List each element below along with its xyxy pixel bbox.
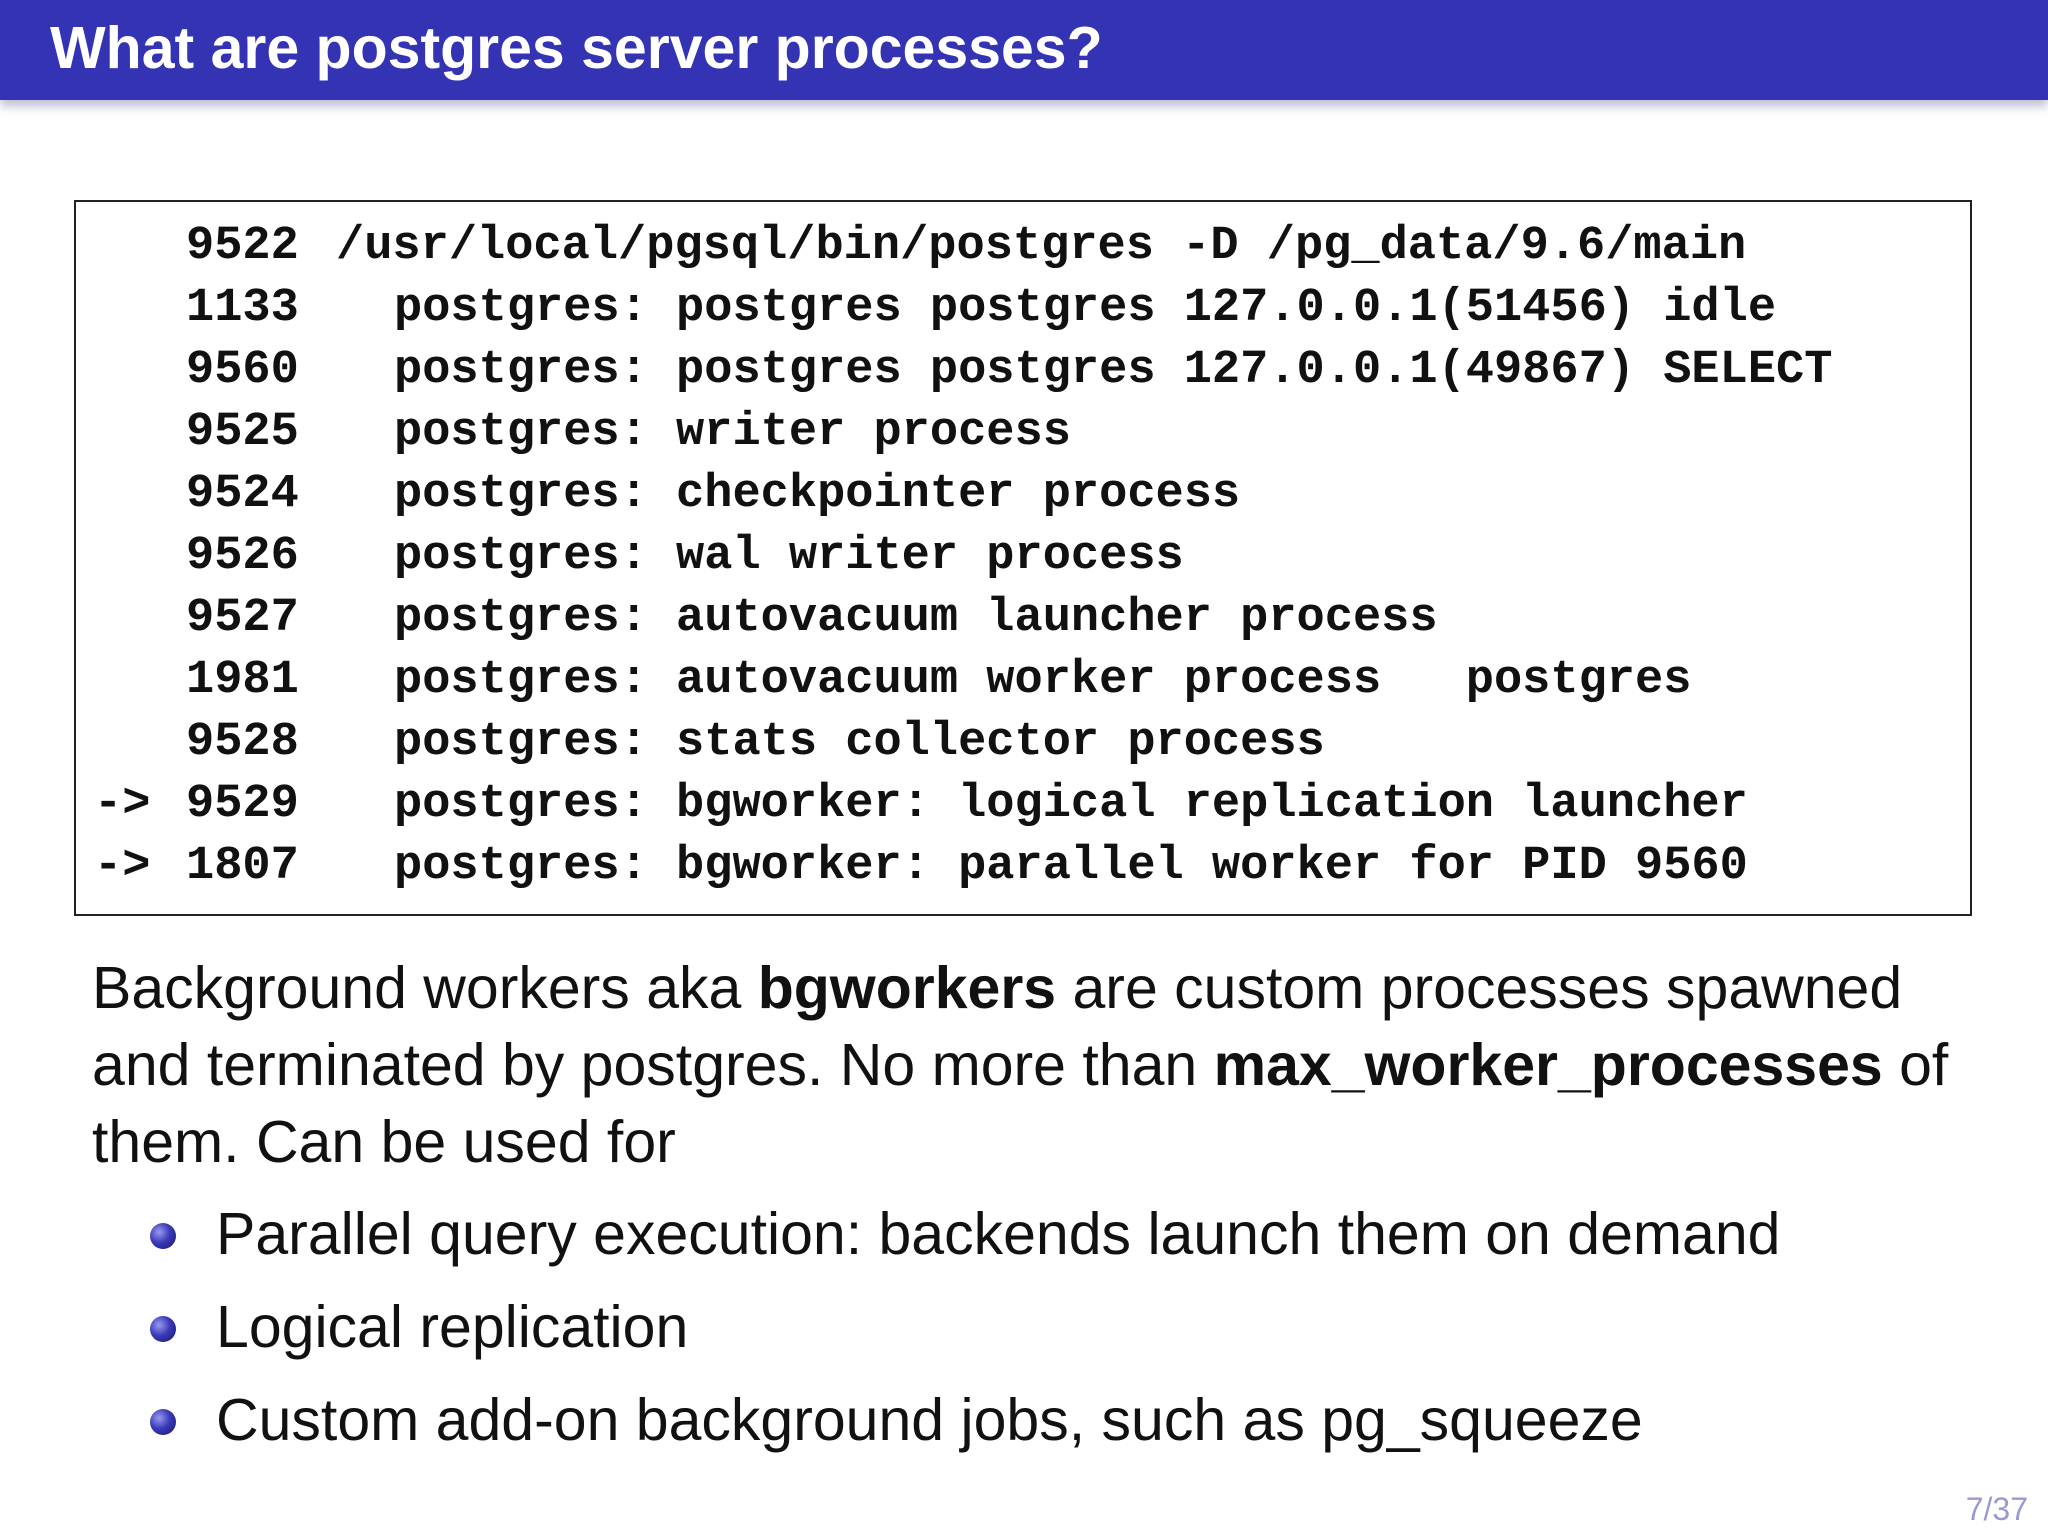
process-command: postgres: autovacuum launcher process xyxy=(394,592,1438,645)
process-row: -> 1807 postgres: bgworker: parallel wor… xyxy=(76,840,1748,902)
page-number: 7/37 xyxy=(1965,1491,2028,1527)
process-pid: 9527 xyxy=(186,592,299,645)
process-row: 9527 postgres: autovacuum launcher proce… xyxy=(76,592,1438,654)
process-pid: 9526 xyxy=(186,530,299,583)
max-worker-processes-term: max_worker_processes xyxy=(1213,1032,1883,1098)
process-pid: 9525 xyxy=(186,406,299,459)
process-pid: 9522 xyxy=(186,220,299,273)
process-pid: 9529 xyxy=(186,778,299,831)
process-row: 9528 postgres: stats collector process xyxy=(76,716,1325,778)
bullet-text: Logical replication xyxy=(216,1294,689,1360)
process-pid: 9560 xyxy=(186,344,299,397)
process-row: 9560 postgres: postgres postgres 127.0.0… xyxy=(76,344,1832,406)
process-listing: 9522 /usr/local/pgsql/bin/postgres -D /p… xyxy=(74,200,1972,916)
process-command: postgres: bgworker: logical replication … xyxy=(394,778,1748,831)
bullet-text: Parallel query execution: backends launc… xyxy=(216,1201,1781,1267)
process-row: 9525 postgres: writer process xyxy=(76,406,1071,468)
process-row: -> 9529 postgres: bgworker: logical repl… xyxy=(76,778,1748,840)
process-pid: 9528 xyxy=(186,716,299,769)
bullet-list: Parallel query execution: backends launc… xyxy=(150,1196,1780,1475)
process-command: postgres: autovacuum worker process post… xyxy=(394,654,1692,707)
row-marker: -> xyxy=(94,840,151,893)
process-pid: 1807 xyxy=(186,840,299,893)
process-command: postgres: postgres postgres 127.0.0.1(51… xyxy=(394,282,1777,335)
process-row: 9526 postgres: wal writer process xyxy=(76,530,1184,592)
process-row: 9522 /usr/local/pgsql/bin/postgres -D /p… xyxy=(76,220,1746,282)
description-paragraph: Background workers aka bgworkers are cus… xyxy=(92,950,1972,1181)
process-pid: 9524 xyxy=(186,468,299,521)
process-row: 1133 postgres: postgres postgres 127.0.0… xyxy=(76,282,1776,344)
bgworkers-term: bgworkers xyxy=(757,955,1057,1021)
process-pid: 1133 xyxy=(186,282,299,335)
process-command: postgres: stats collector process xyxy=(394,716,1325,769)
bullet-item: Logical replication xyxy=(150,1289,1780,1382)
bullet-icon xyxy=(150,1316,176,1342)
title-bar: What are postgres server processes? xyxy=(0,0,2048,100)
row-marker: -> xyxy=(94,778,151,831)
process-command: postgres: writer process xyxy=(394,406,1071,459)
process-row: 9524 postgres: checkpointer process xyxy=(76,468,1240,530)
process-pid: 1981 xyxy=(186,654,299,707)
process-command: postgres: checkpointer process xyxy=(394,468,1241,521)
process-command: postgres: wal writer process xyxy=(394,530,1184,583)
slide-title: What are postgres server processes? xyxy=(50,15,1103,81)
process-row: 1981 postgres: autovacuum worker process… xyxy=(76,654,1691,716)
bullet-text: Custom add-on background jobs, such as p… xyxy=(216,1387,1643,1453)
bullet-icon xyxy=(150,1223,176,1249)
process-command: postgres: postgres postgres 127.0.0.1(49… xyxy=(394,344,1833,397)
bullet-icon xyxy=(150,1409,176,1435)
description-text: Background workers aka xyxy=(92,955,758,1021)
bullet-item: Parallel query execution: backends launc… xyxy=(150,1196,1780,1289)
bullet-item: Custom add-on background jobs, such as p… xyxy=(150,1382,1780,1475)
process-command: /usr/local/pgsql/bin/postgres -D /pg_dat… xyxy=(336,220,1747,273)
process-command: postgres: bgworker: parallel worker for … xyxy=(394,840,1748,893)
